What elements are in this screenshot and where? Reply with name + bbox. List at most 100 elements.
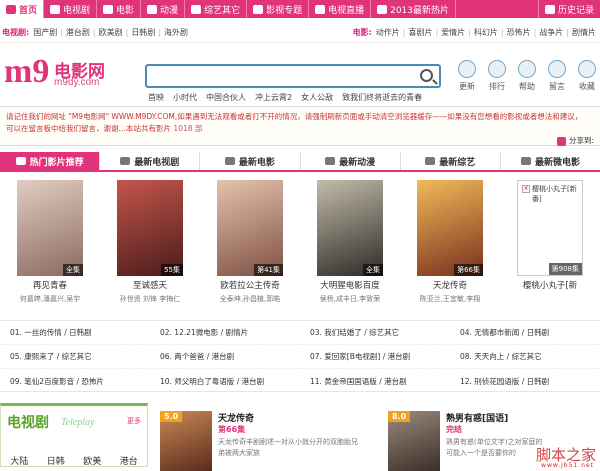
region-link[interactable]: 大陆 bbox=[10, 454, 28, 467]
topic-icon bbox=[253, 4, 264, 14]
tab-hot[interactable]: 热门影片推荐 bbox=[0, 152, 101, 170]
content-tabs: 热门影片推荐 最新电视剧 最新电影 最新动漫 最新综艺 最新微电影 bbox=[0, 152, 600, 172]
film-poster[interactable]: 55集 bbox=[117, 180, 183, 276]
list-item[interactable]: 01. 一丝的传情 / 日韩剧 bbox=[0, 327, 150, 338]
film-card[interactable]: 全集 大明猩电影百度 侯杨,成丰日,李致荣 bbox=[307, 180, 393, 305]
list-item[interactable]: 04. 无情都市新闻 / 日韩剧 bbox=[450, 327, 600, 338]
home-icon bbox=[6, 4, 16, 14]
film-card[interactable]: 第41集 欧若拉公主传奇 全泰坤,孙昌植,郭皓 bbox=[207, 180, 293, 305]
region-link[interactable]: 欧美 bbox=[83, 454, 101, 467]
film-poster[interactable]: 第41集 bbox=[217, 180, 283, 276]
ranking-row: 09. 笔仙2百度影音 / 恐怖片 10. 师父明白了粤语版 / 港台剧 11.… bbox=[0, 369, 600, 393]
film-card[interactable]: 全集 再见青春 何嘉婷,潘嘉兴,吴宇 bbox=[7, 180, 93, 305]
film-poster[interactable]: 全集 bbox=[17, 180, 83, 276]
tv-cat-link[interactable]: 海外剧 bbox=[164, 27, 188, 38]
nav-live[interactable]: 电视直播 bbox=[309, 0, 372, 18]
nav-hot2013[interactable]: 2013最新热片 bbox=[371, 0, 457, 18]
tab-new-tv[interactable]: 最新电视剧 bbox=[100, 152, 201, 170]
film-poster[interactable]: 第66集 bbox=[417, 180, 483, 276]
episode-badge: 第908集 bbox=[548, 263, 582, 275]
movie-cat-link[interactable]: 剧情片 bbox=[572, 27, 596, 38]
search-icon[interactable] bbox=[420, 69, 433, 82]
film-actors: 陈亚兰,王宜敏,李翔 bbox=[419, 295, 481, 303]
film-poster[interactable]: 全集 bbox=[317, 180, 383, 276]
history-button[interactable]: 历史记录 bbox=[537, 0, 600, 18]
search-box[interactable] bbox=[145, 64, 441, 88]
episode-badge: 全集 bbox=[63, 264, 83, 276]
film-title[interactable]: 至诚感天 bbox=[107, 279, 193, 291]
share-plus-icon[interactable] bbox=[556, 136, 566, 146]
list-item[interactable]: 11. 黄金帝国国语版 / 港台剧 bbox=[300, 376, 450, 387]
list-item[interactable]: 06. 两个爸爸 / 港台剧 bbox=[150, 351, 300, 362]
featured-card[interactable]: 5.0 天龙传奇 第66集 天龙传奇丰剧剧述一对从小就分开的双胞胎兄弟被两大家族 bbox=[160, 411, 375, 471]
micro-film-icon bbox=[520, 157, 531, 165]
episode-badge: 第41集 bbox=[254, 264, 283, 276]
help-icon bbox=[518, 60, 536, 78]
tv-cat-link[interactable]: 港台剧 bbox=[66, 27, 90, 38]
tv-cat-link[interactable]: 欧美剧 bbox=[99, 27, 123, 38]
rank-button[interactable]: 排行 bbox=[485, 60, 509, 92]
favorite-button[interactable]: 收藏 bbox=[575, 60, 599, 92]
nav-topics[interactable]: 影视专题 bbox=[247, 0, 310, 18]
update-button[interactable]: 更新 bbox=[455, 60, 479, 92]
tab-new-anime[interactable]: 最新动漫 bbox=[301, 152, 401, 170]
card-title[interactable]: 天龙传奇 bbox=[218, 411, 254, 424]
message-button[interactable]: 留言 bbox=[545, 60, 569, 92]
tab-new-variety[interactable]: 最新综艺 bbox=[401, 152, 501, 170]
episode-badge: 全集 bbox=[363, 264, 383, 276]
movie-cat-link[interactable]: 动作片 bbox=[376, 27, 400, 38]
search-input[interactable] bbox=[151, 69, 411, 83]
list-item[interactable]: 03. 我们结婚了 / 综艺其它 bbox=[300, 327, 450, 338]
nav-home[interactable]: 首页 bbox=[0, 0, 45, 18]
hot-keywords: 首映 小时代 中国合伙人 冲上云霄2 女人公敌 致我们终将逝去的青春 bbox=[148, 92, 422, 103]
hot-keyword[interactable]: 中国合伙人 bbox=[206, 92, 246, 103]
film-title[interactable]: 大明猩电影百度 bbox=[307, 279, 393, 291]
list-item[interactable]: 05. 康熙来了 / 综艺其它 bbox=[0, 351, 150, 362]
tab-new-movie[interactable]: 最新电影 bbox=[200, 152, 301, 170]
film-card[interactable]: 55集 至诚感天 孙世贤 刘锋 李梅仁 bbox=[107, 180, 193, 305]
nav-anime[interactable]: 动漫 bbox=[141, 0, 186, 18]
share-label[interactable]: 分享到: bbox=[569, 135, 594, 147]
help-button[interactable]: 帮助 bbox=[515, 60, 539, 92]
list-item[interactable]: 08. 天天向上 / 综艺其它 bbox=[450, 351, 600, 362]
movie-cat-link[interactable]: 喜剧片 bbox=[408, 27, 432, 38]
site-logo[interactable]: m9 电影网 m9dy.com bbox=[4, 55, 134, 95]
tv-section-title: 电视剧 bbox=[7, 415, 49, 431]
hot-keyword[interactable]: 致我们终将逝去的青春 bbox=[342, 92, 422, 103]
hot-keyword[interactable]: 冲上云霄2 bbox=[255, 92, 292, 103]
film-title[interactable]: 樱桃小丸子[新 bbox=[507, 279, 593, 291]
hot-keyword[interactable]: 首映 bbox=[148, 92, 164, 103]
list-item[interactable]: 12. 刑侦花园语版 / 日韩剧 bbox=[450, 376, 600, 387]
tv-cat-link[interactable]: 日韩剧 bbox=[131, 27, 155, 38]
movie-cat-link[interactable]: 恐怖片 bbox=[507, 27, 531, 38]
film-title[interactable]: 天龙传奇 bbox=[407, 279, 493, 291]
score-badge: 8.0 bbox=[388, 411, 411, 422]
film-icon bbox=[103, 4, 114, 14]
movie-cat-link[interactable]: 爱情片 bbox=[441, 27, 465, 38]
movie-cat-link[interactable]: 战争片 bbox=[539, 27, 563, 38]
film-card[interactable]: 第66集 天龙传奇 陈亚兰,王宜敏,李翔 bbox=[407, 180, 493, 305]
card-episode: 第66集 bbox=[218, 425, 246, 434]
card-description: 天龙传奇丰剧剧述一对从小就分开的双胞胎兄弟被两大家族 bbox=[218, 438, 358, 457]
list-item[interactable]: 09. 笔仙2百度影音 / 恐怖片 bbox=[0, 376, 150, 387]
more-link[interactable]: 更多 bbox=[127, 416, 141, 426]
list-item[interactable]: 02. 12.21微电影 / 剧情片 bbox=[150, 327, 300, 338]
film-poster-broken[interactable]: × 樱桃小丸子[新番] 第908集 bbox=[517, 180, 583, 276]
film-title[interactable]: 欧若拉公主传奇 bbox=[207, 279, 293, 291]
card-title[interactable]: 熟男有惑[国语] bbox=[446, 411, 508, 424]
list-item[interactable]: 10. 师父明白了粤语版 / 港台剧 bbox=[150, 376, 300, 387]
nav-variety[interactable]: 综艺其它 bbox=[185, 0, 248, 18]
hot-keyword[interactable]: 女人公敌 bbox=[301, 92, 333, 103]
region-link[interactable]: 日韩 bbox=[47, 454, 65, 467]
tab-new-micro[interactable]: 最新微电影 bbox=[501, 152, 600, 170]
hot-keyword[interactable]: 小时代 bbox=[173, 92, 197, 103]
list-item[interactable]: 07. 爱回家[B电视剧] / 港台剧 bbox=[300, 351, 450, 362]
nav-movie[interactable]: 电影 bbox=[97, 0, 142, 18]
film-title[interactable]: 再见青春 bbox=[7, 279, 93, 291]
nav-tv[interactable]: 电视剧 bbox=[44, 0, 98, 18]
tv-cat-link[interactable]: 国产剧 bbox=[33, 27, 57, 38]
film-actors: 全泰坤,孙昌植,郭皓 bbox=[219, 295, 281, 303]
region-link[interactable]: 港台 bbox=[120, 454, 138, 467]
film-card[interactable]: × 樱桃小丸子[新番] 第908集 樱桃小丸子[新 bbox=[507, 180, 593, 305]
movie-cat-link[interactable]: 科幻片 bbox=[474, 27, 498, 38]
